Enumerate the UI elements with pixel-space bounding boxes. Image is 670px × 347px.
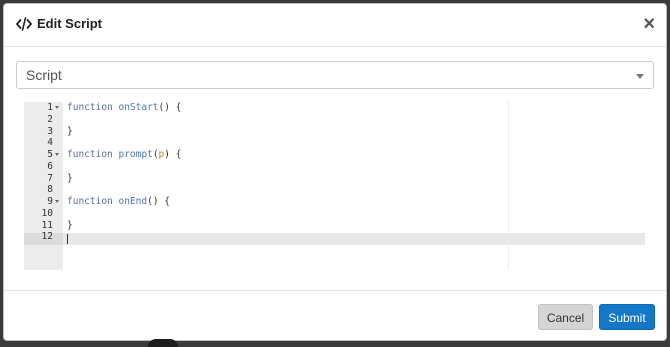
- line-number: 12: [41, 231, 53, 243]
- line-number: 6: [47, 160, 53, 172]
- code-line[interactable]: 4: [24, 137, 645, 149]
- line-number: 8: [47, 184, 53, 196]
- code-text: function onEnd() {: [67, 196, 170, 208]
- dialog-title: Edit Script: [37, 16, 103, 31]
- code-line[interactable]: 7}: [24, 173, 645, 185]
- code-line[interactable]: 6: [24, 161, 645, 173]
- code-line[interactable]: 12: [24, 231, 645, 243]
- code-token: prompt: [118, 149, 153, 160]
- code-text: }: [67, 173, 73, 185]
- code-text: }: [67, 220, 73, 232]
- background-element: [148, 339, 178, 347]
- dialog-header: Edit Script ×: [4, 4, 666, 47]
- line-number: 1: [47, 102, 53, 113]
- code-token: function: [67, 102, 119, 113]
- line-number: 5: [47, 149, 53, 160]
- line-number: 11: [41, 219, 53, 231]
- code-editor[interactable]: 1 function onStart() {2 3} 4 5 function promp…: [24, 102, 645, 270]
- close-icon[interactable]: ×: [643, 14, 655, 34]
- dialog-body: Script 1 function onStart() {2 3} 4 5 functio…: [4, 47, 666, 291]
- code-token: () {: [158, 102, 182, 113]
- dialog-footer: Cancel Submit: [4, 291, 666, 340]
- cancel-button[interactable]: Cancel: [538, 304, 593, 330]
- code-token: ) {: [164, 149, 182, 160]
- edit-script-dialog: Edit Script × Script 1 function onStart()…: [3, 3, 667, 341]
- code-token: () {: [147, 196, 170, 207]
- code-token: }: [67, 219, 73, 231]
- text-cursor: [67, 234, 68, 244]
- line-number: 2: [47, 113, 53, 125]
- code-line[interactable]: 9 function onEnd() {: [24, 196, 645, 208]
- fold-arrow-icon[interactable]: [55, 106, 59, 109]
- fold-arrow-icon[interactable]: [55, 153, 59, 156]
- code-token: onStart: [118, 102, 159, 113]
- code-token: }: [67, 172, 73, 184]
- code-token: }: [67, 125, 73, 137]
- dialog-title-group: Edit Script: [16, 16, 102, 31]
- code-token: function: [67, 196, 119, 207]
- editor-lines: 1 function onStart() {2 3} 4 5 function promp…: [24, 102, 645, 243]
- fold-arrow-icon[interactable]: [55, 200, 59, 203]
- code-icon: [16, 16, 32, 31]
- code-line[interactable]: 11}: [24, 220, 645, 232]
- code-line[interactable]: 3}: [24, 126, 645, 138]
- select-value: Script: [26, 67, 62, 83]
- chevron-down-icon: [636, 74, 644, 79]
- code-text: function prompt(p) {: [67, 149, 181, 161]
- code-line[interactable]: 10: [24, 208, 645, 220]
- line-number: 4: [47, 137, 53, 149]
- code-line[interactable]: 1 function onStart() {: [24, 102, 645, 114]
- code-text: function onStart() {: [67, 102, 181, 114]
- line-number: 3: [47, 125, 53, 137]
- line-number: 9: [47, 196, 53, 207]
- code-line[interactable]: 2: [24, 114, 645, 126]
- line-number: 7: [47, 172, 53, 184]
- line-number: 10: [41, 207, 53, 219]
- code-line[interactable]: 5 function prompt(p) {: [24, 149, 645, 161]
- code-token: function: [67, 149, 119, 160]
- script-type-select[interactable]: Script: [16, 61, 654, 89]
- code-line[interactable]: 8: [24, 184, 645, 196]
- code-token: onEnd: [118, 196, 148, 207]
- code-text: }: [67, 126, 73, 138]
- submit-button[interactable]: Submit: [599, 304, 655, 330]
